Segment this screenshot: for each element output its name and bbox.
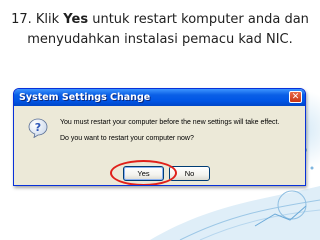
no-button[interactable]: No	[169, 166, 210, 181]
close-icon: ✕	[291, 92, 300, 102]
slide-title-prefix: 17. Klik	[11, 12, 64, 27]
slide-title: 17. Klik Yes untuk restart komputer anda…	[6, 10, 314, 50]
yes-button[interactable]: Yes	[123, 166, 164, 181]
dialog-titlebar[interactable]: System Settings Change ✕	[14, 89, 305, 106]
slide-title-bold: Yes	[63, 12, 89, 27]
close-button[interactable]: ✕	[289, 91, 302, 103]
question-icon: ?	[28, 118, 48, 138]
dialog-title: System Settings Change	[19, 92, 151, 103]
dialog-body: ? You must restart your computer before …	[14, 106, 305, 185]
svg-text:?: ?	[35, 121, 41, 134]
system-settings-change-dialog: System Settings Change ✕ ? You must rest…	[13, 88, 306, 186]
dialog-message-line-1: You must restart your computer before th…	[60, 119, 280, 126]
dialog-message-line-2: Do you want to restart your computer now…	[60, 135, 194, 142]
